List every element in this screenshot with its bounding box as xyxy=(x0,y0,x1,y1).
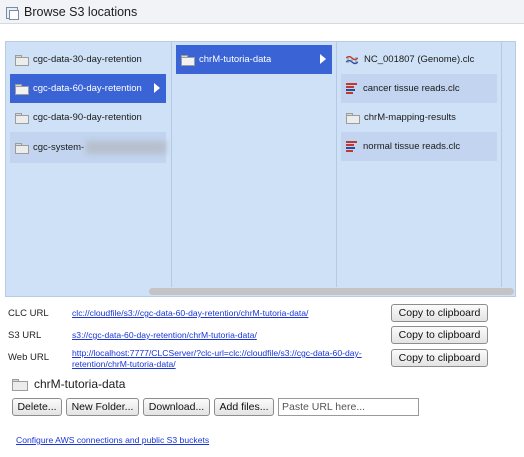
expand-arrow-icon xyxy=(154,83,160,93)
s3-url-label: S3 URL xyxy=(8,330,42,341)
reads-icon xyxy=(346,141,357,152)
folder-icon xyxy=(15,84,29,95)
window-title: Browse S3 locations xyxy=(24,4,138,19)
current-path: chrM-tutoria-data xyxy=(12,376,125,392)
folder-icon xyxy=(12,379,28,391)
bucket-item-30-day[interactable]: cgc-data-30-day-retention xyxy=(10,45,166,74)
file-item-genome[interactable]: NC_001807 (Genome).clc xyxy=(341,45,497,74)
copy-clc-url-button[interactable]: Copy to clipboard xyxy=(391,304,488,322)
folder-column: chrM-tutoria-data xyxy=(171,42,335,287)
web-url-label: Web URL xyxy=(8,352,50,363)
folder-item-chrm-tutoria-data[interactable]: chrM-tutoria-data xyxy=(176,45,332,74)
folder-icon xyxy=(15,55,29,66)
file-item-cancer-reads[interactable]: cancer tissue reads.clc xyxy=(341,74,497,103)
s3-url-link[interactable]: s3://cgc-data-60-day-retention/chrM-tuto… xyxy=(72,330,382,341)
expand-arrow-icon xyxy=(320,54,326,64)
file-column: NC_001807 (Genome).clc cancer tissue rea… xyxy=(336,42,500,287)
current-path-text: chrM-tutoria-data xyxy=(34,377,126,391)
horizontal-scrollbar[interactable] xyxy=(149,288,514,295)
web-url-link[interactable]: http://localhost:7777/CLCServer/?clc-url… xyxy=(72,348,382,370)
folder-icon xyxy=(15,113,29,124)
window-titlebar: Browse S3 locations xyxy=(0,0,524,24)
folder-icon xyxy=(181,55,195,66)
clc-url-link[interactable]: clc://cloudfile/s3://cgc-data-60-day-ret… xyxy=(72,308,382,319)
new-folder-button[interactable]: New Folder... xyxy=(66,398,139,416)
clc-url-label: CLC URL xyxy=(8,308,49,319)
bucket-column: cgc-data-30-day-retention cgc-data-60-da… xyxy=(6,42,170,287)
folder-item-chrm-mapping-results[interactable]: chrM-mapping-results xyxy=(341,103,497,132)
copy-web-url-button[interactable]: Copy to clipboard xyxy=(391,349,488,367)
configure-aws-link[interactable]: Configure AWS connections and public S3 … xyxy=(16,435,209,445)
reads-icon xyxy=(346,83,357,94)
bucket-item-90-day[interactable]: cgc-data-90-day-retention xyxy=(10,103,166,132)
bucket-item-60-day[interactable]: cgc-data-60-day-retention xyxy=(10,74,166,103)
browse-window-icon xyxy=(6,6,19,20)
folder-icon xyxy=(346,113,360,124)
redacted-text xyxy=(86,141,166,154)
empty-column xyxy=(501,42,515,287)
add-files-button[interactable]: Add files... xyxy=(214,398,274,416)
copy-s3-url-button[interactable]: Copy to clipboard xyxy=(391,326,488,344)
delete-button[interactable]: Delete... xyxy=(12,398,62,416)
bucket-item-system[interactable]: cgc-system- xyxy=(10,132,166,163)
s3-column-browser: cgc-data-30-day-retention cgc-data-60-da… xyxy=(5,41,516,297)
paste-url-input[interactable] xyxy=(278,398,419,416)
download-button[interactable]: Download... xyxy=(143,398,210,416)
folder-icon xyxy=(15,143,29,154)
genome-icon xyxy=(346,55,358,64)
file-item-normal-reads[interactable]: normal tissue reads.clc xyxy=(341,132,497,161)
